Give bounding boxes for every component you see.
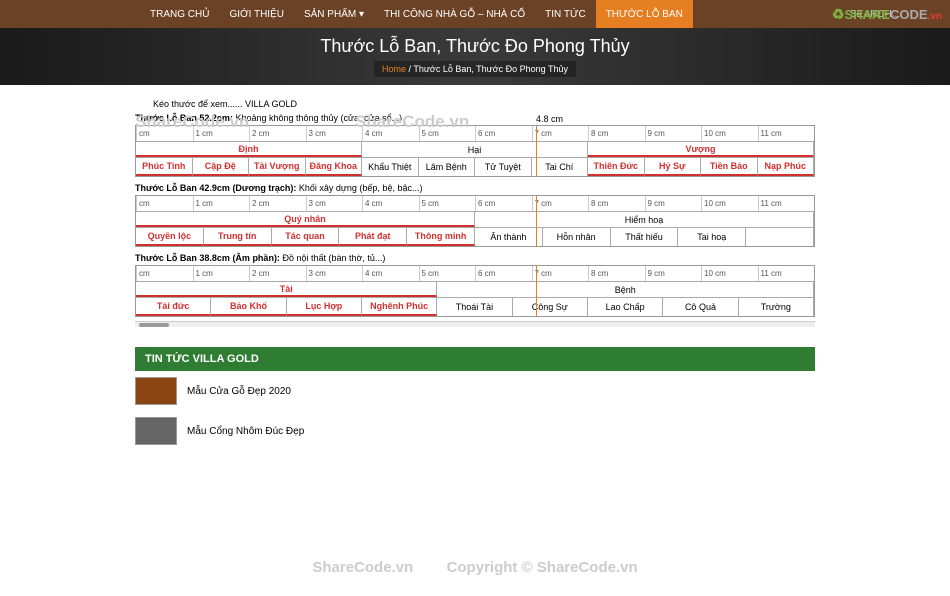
ruler-cell: Hỷ Sự xyxy=(645,158,702,176)
nav-item[interactable]: THI CÔNG NHÀ GỖ – NHÀ CỔ xyxy=(374,0,535,28)
ruler-cell: Đăng Khoa xyxy=(306,158,363,176)
ruler-cell: Thiên Đức xyxy=(588,158,645,176)
ruler-label: Thước Lỗ Ban 42.9cm (Dương trạch): Khối … xyxy=(135,181,815,195)
ruler-cell: Phúc Tinh xyxy=(136,158,193,176)
news-thumbnail xyxy=(135,377,177,405)
ruler-ticks: cm1 cm2 cm3 cm4 cm5 cm6 cm7 cm8 cm9 cm10… xyxy=(136,196,814,212)
indicator-value: 4.8 cm xyxy=(536,114,563,124)
ruler-scrollbar[interactable] xyxy=(135,321,815,327)
ruler-content: Kéo thước để xem...... VILLA GOLD Thước … xyxy=(0,85,950,327)
ruler-group: Hại xyxy=(362,142,588,157)
news-section: TIN TỨC VILLA GOLD Mẫu Cửa Gỗ Đẹp 2020 Mẫ… xyxy=(135,347,815,451)
ruler-cell: Nghênh Phúc xyxy=(362,298,437,316)
ruler-cell: Trung tín xyxy=(204,228,272,246)
ruler-cells: Phúc TinhCập ĐệTài VượngĐăng KhoaKhẩu Th… xyxy=(136,158,814,176)
breadcrumb-home[interactable]: Home xyxy=(382,64,406,74)
nav-item[interactable]: TRANG CHỦ xyxy=(140,0,219,28)
sharecode-logo: ♻SHARECODE.vn xyxy=(832,6,942,23)
ruler-groups: Quý nhânHiểm hoạ xyxy=(136,212,814,228)
ruler-cells: Quyền lộcTrung tínTác quanPhát đạtThông … xyxy=(136,228,814,246)
ruler-cell: Lao Chấp xyxy=(588,298,663,316)
ruler-group: Hiểm hoạ xyxy=(475,212,814,227)
ruler-ticks: cm1 cm2 cm3 cm4 cm5 cm6 cm7 cm8 cm9 cm10… xyxy=(136,126,814,142)
news-item[interactable]: Mẫu Cổng Nhôm Đúc Đẹp xyxy=(135,411,815,451)
ruler-cells: Tài đứcBảo KhốLục HợpNghênh PhúcThoái Tà… xyxy=(136,298,814,316)
nav-item[interactable]: TIN TỨC xyxy=(535,0,596,28)
ruler-groups: TàiBệnh xyxy=(136,282,814,298)
ruler-cell: Nạp Phúc xyxy=(758,158,815,176)
ruler-label: Thước Lỗ Ban 52.2cm: Khoảng không thông … xyxy=(135,111,815,125)
ruler-cell: Phát đạt xyxy=(339,228,407,246)
indicator-line[interactable] xyxy=(536,266,537,316)
ruler-cell: Tai hoạ xyxy=(678,228,746,246)
ruler-group: Tài xyxy=(136,282,437,297)
news-heading: TIN TỨC VILLA GOLD xyxy=(135,347,815,371)
ruler-cell: Tiền Bảo xyxy=(701,158,758,176)
ruler-ticks: cm1 cm2 cm3 cm4 cm5 cm6 cm7 cm8 cm9 cm10… xyxy=(136,266,814,282)
nav-item[interactable]: GIỚI THIỆU xyxy=(219,0,294,28)
ruler-cell: Tài Vượng xyxy=(249,158,306,176)
ruler-cell: Tác quan xyxy=(272,228,340,246)
ruler-cell: Tử Tuyệt xyxy=(475,158,532,176)
nav-item[interactable]: SẢN PHẨM ▾ xyxy=(294,0,374,28)
watermark-copyright: ShareCode.vn Copyright © ShareCode.vn xyxy=(0,559,950,576)
hero-banner: Thước Lỗ Ban, Thước Đo Phong Thủy Home /… xyxy=(0,28,950,85)
ruler-cell: Tai Chí xyxy=(532,158,589,176)
ruler-cell xyxy=(746,228,814,246)
ruler-cell: Lâm Bệnh xyxy=(419,158,476,176)
ruler-group: Vượng xyxy=(588,142,814,157)
ruler-cell: Thông minh xyxy=(407,228,475,246)
instruction-text: Kéo thước để xem...... VILLA GOLD xyxy=(135,93,815,111)
top-nav: TRANG CHỦGIỚI THIỆUSẢN PHẨM ▾THI CÔNG NH… xyxy=(0,0,950,28)
ruler-cell: Lục Hợp xyxy=(287,298,362,316)
ruler-cell: Công Sự xyxy=(513,298,588,316)
indicator-line[interactable] xyxy=(536,126,537,176)
ruler-cell: Tài đức xyxy=(136,298,211,316)
ruler-cell: Trường xyxy=(739,298,814,316)
news-title: Mẫu Cửa Gỗ Đẹp 2020 xyxy=(187,386,291,397)
ruler-cell: Cô Quả xyxy=(663,298,738,316)
indicator-line[interactable] xyxy=(536,196,537,246)
ruler-cell: Ân thành xyxy=(475,228,543,246)
ruler-group: Bệnh xyxy=(437,282,814,297)
ruler-groups: ĐịnhHạiVượng xyxy=(136,142,814,158)
news-thumbnail xyxy=(135,417,177,445)
breadcrumb-current: Thước Lỗ Ban, Thước Đo Phong Thủy xyxy=(413,64,568,74)
nav-item[interactable]: THƯỚC LỖ BAN xyxy=(596,0,693,28)
ruler-cell: Quyền lộc xyxy=(136,228,204,246)
ruler-cell: Bảo Khố xyxy=(211,298,286,316)
ruler-group: Quý nhân xyxy=(136,212,475,227)
ruler-label: Thước Lỗ Ban 38.8cm (Âm phần): Đồ nội th… xyxy=(135,251,815,265)
ruler[interactable]: cm1 cm2 cm3 cm4 cm5 cm6 cm7 cm8 cm9 cm10… xyxy=(135,265,815,317)
ruler-cell: Thất hiếu xyxy=(611,228,679,246)
ruler[interactable]: cm1 cm2 cm3 cm4 cm5 cm6 cm7 cm8 cm9 cm10… xyxy=(135,195,815,247)
ruler[interactable]: 4.8 cmcm1 cm2 cm3 cm4 cm5 cm6 cm7 cm8 cm… xyxy=(135,125,815,177)
ruler-cell: Hỗn nhân xyxy=(543,228,611,246)
ruler-cell: Khẩu Thiệt xyxy=(362,158,419,176)
news-item[interactable]: Mẫu Cửa Gỗ Đẹp 2020 xyxy=(135,371,815,411)
ruler-group: Định xyxy=(136,142,362,157)
news-title: Mẫu Cổng Nhôm Đúc Đẹp xyxy=(187,426,304,437)
breadcrumb: Home / Thước Lỗ Ban, Thước Đo Phong Thủy xyxy=(374,61,576,77)
ruler-cell: Thoái Tài xyxy=(437,298,512,316)
page-title: Thước Lỗ Ban, Thước Đo Phong Thủy xyxy=(320,36,629,57)
ruler-cell: Cập Đệ xyxy=(193,158,250,176)
